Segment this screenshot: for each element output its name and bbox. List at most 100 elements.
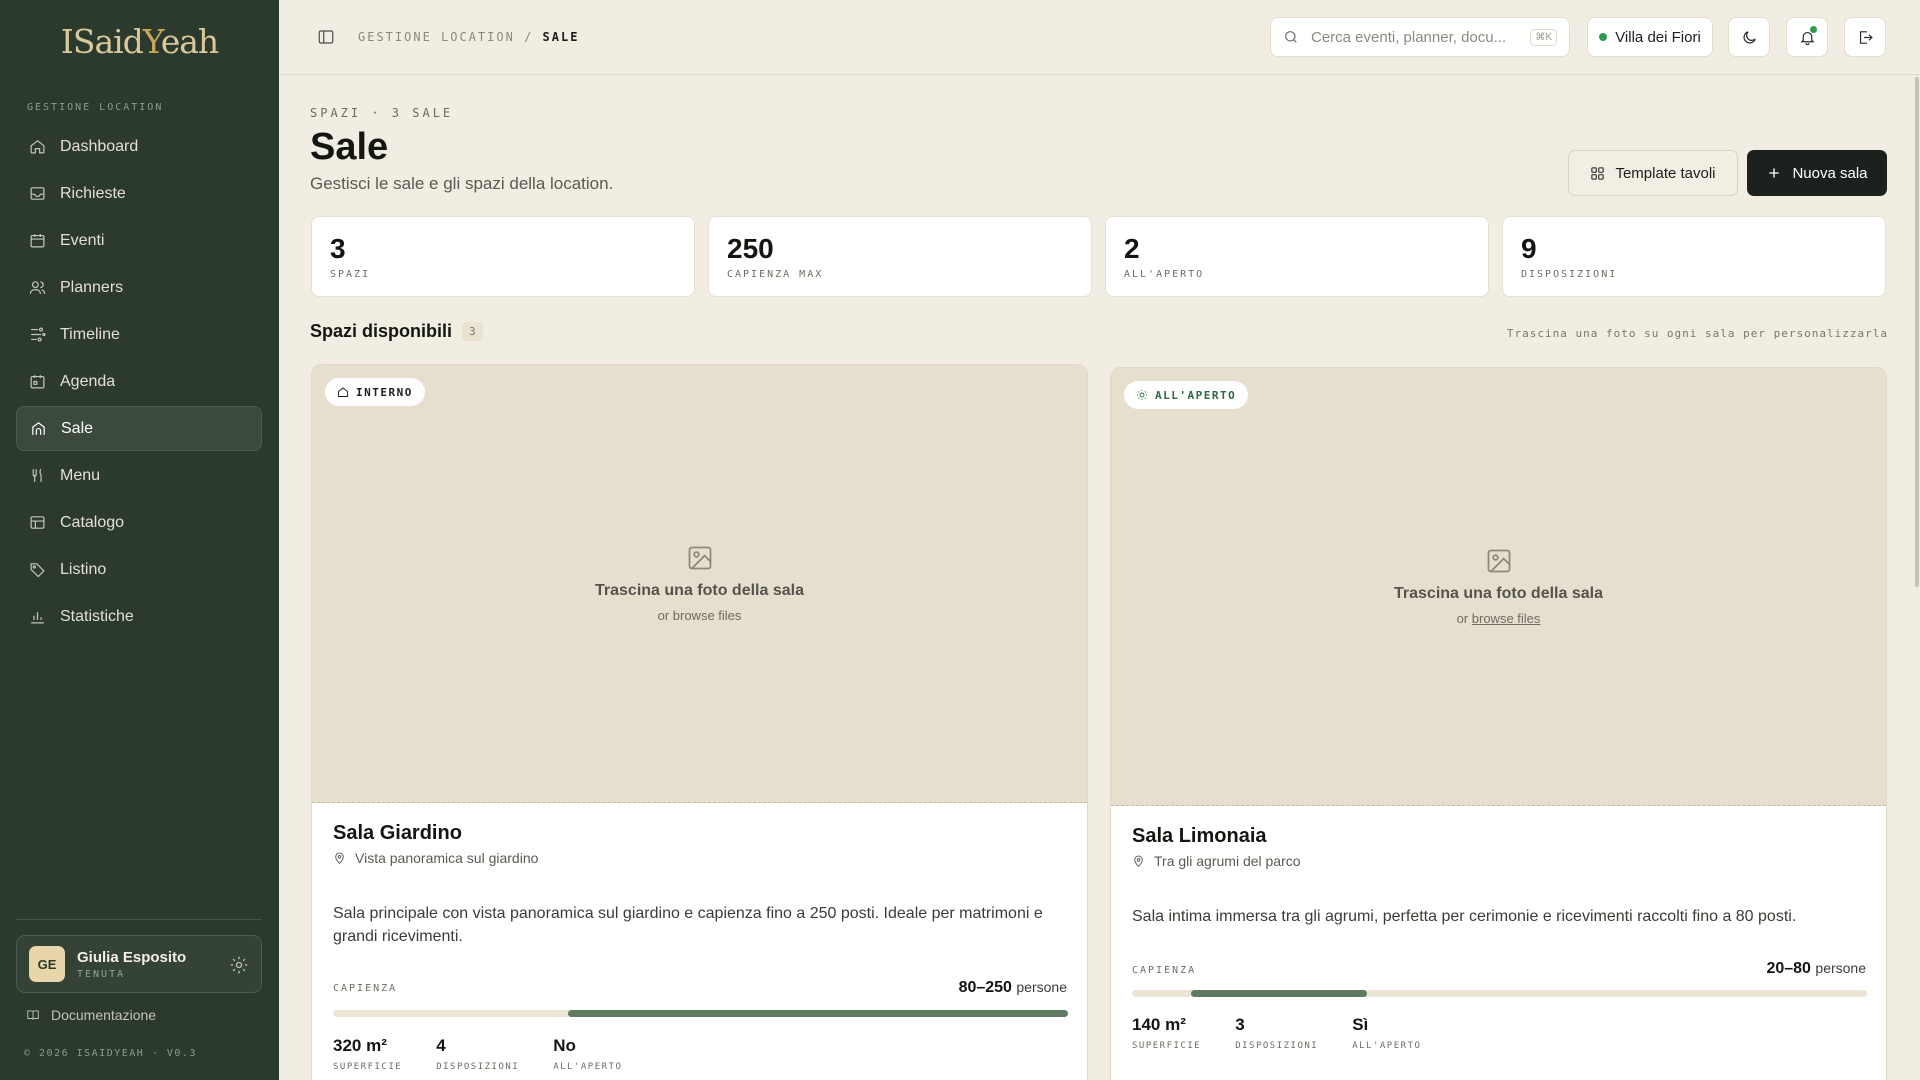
template-tables-button[interactable]: Template tavoli	[1568, 150, 1738, 196]
venue-selector[interactable]: Villa dei Fiori	[1587, 17, 1713, 57]
room-metrics: 140 m² SUPERFICIE 3 DISPOSIZIONI Sì ALL'…	[1132, 1015, 1455, 1051]
photo-dropzone[interactable]: Trascina una foto della sala or browse f…	[312, 365, 1087, 803]
sidebar-item-menu[interactable]: Menu	[16, 453, 262, 498]
timeline-icon	[31, 327, 46, 342]
room-description: Sala principale con vista panoramica sul…	[333, 905, 1043, 945]
room-type-label: ALL'APERTO	[1155, 388, 1237, 402]
capacity-range: 20–80	[1766, 960, 1811, 977]
breadcrumb: GESTIONE LOCATION / SALE	[358, 30, 579, 44]
utensils-icon	[32, 468, 42, 482]
metric-layouts: 4 DISPOSIZIONI	[436, 1036, 519, 1072]
sidebar-item-label: Agenda	[60, 372, 116, 390]
scrollbar[interactable]	[1914, 75, 1920, 1080]
logout-button[interactable]	[1844, 17, 1886, 57]
capacity-bar	[1132, 990, 1867, 997]
search-input[interactable]	[1311, 28, 1511, 46]
sidebar-item-label: Dashboard	[60, 137, 139, 155]
metric-value: Sì	[1352, 1015, 1369, 1034]
copyright: © 2026 ISAIDYEAH · V0.3	[24, 1048, 197, 1059]
theme-toggle-button[interactable]	[1728, 17, 1770, 57]
room-card-giardino[interactable]: Trascina una foto della sala or browse f…	[311, 364, 1088, 1080]
search-shortcut: ⌘K	[1530, 29, 1557, 46]
grid-icon	[1591, 166, 1605, 180]
stat-value: 3	[330, 233, 346, 264]
docs-link[interactable]: Documentazione	[26, 1007, 156, 1023]
logout-icon	[1859, 30, 1873, 44]
sidebar-section-label: GESTIONE LOCATION	[27, 102, 164, 113]
stat-card-layouts: 9 DISPOSIZIONI	[1502, 216, 1886, 297]
sidebar-item-planners[interactable]: Planners	[16, 265, 262, 310]
docs-label: Documentazione	[51, 1007, 157, 1023]
metric-value: 3	[1235, 1015, 1245, 1034]
scrollbar-thumb[interactable]	[1915, 77, 1919, 587]
capacity-value: 20–80 persone	[1766, 960, 1866, 978]
sidebar-item-dashboard[interactable]: Dashboard	[16, 124, 262, 169]
sun-icon	[1137, 390, 1147, 400]
sidebar-item-catalogo[interactable]: Catalogo	[16, 500, 262, 545]
dropzone-title: Trascina una foto della sala	[595, 582, 804, 599]
agenda-icon	[30, 375, 45, 389]
users-icon	[29, 281, 46, 294]
page-title: Sale	[310, 126, 389, 168]
search-icon	[1285, 31, 1297, 43]
sidebar-toggle-icon[interactable]	[317, 28, 335, 46]
photo-dropzone[interactable]: Trascina una foto della sala or browse f…	[1111, 368, 1886, 806]
image-icon	[1487, 549, 1510, 573]
stat-label: ALL'APERTO	[1124, 269, 1205, 280]
room-name: Sala Limonaia	[1132, 825, 1267, 847]
spaces-section-title: Spazi disponibili 3	[310, 321, 483, 342]
user-role: TENUTA	[77, 968, 126, 980]
browse-files-link[interactable]: browse files	[1472, 611, 1541, 626]
room-type-label: INTERNO	[356, 385, 413, 399]
stat-value: 2	[1124, 233, 1140, 264]
room-description: Sala intima immersa tra gli agrumi, perf…	[1132, 908, 1797, 925]
app-logo[interactable]: ISaidYeah	[0, 22, 279, 61]
room-type-badge: ALL'APERTO	[1124, 381, 1249, 409]
new-room-label: Nuova sala	[1792, 164, 1868, 182]
sidebar-item-timeline[interactable]: Timeline	[16, 312, 262, 357]
breadcrumb-separator: /	[524, 30, 534, 44]
gear-icon[interactable]	[229, 955, 249, 975]
venue-icon	[32, 422, 45, 435]
breadcrumb-root[interactable]: GESTIONE LOCATION	[358, 30, 515, 44]
metric-label: DISPOSIZIONI	[1235, 1041, 1319, 1051]
sidebar: ISaidYeah GESTIONE LOCATION Dashboard Ri…	[0, 0, 279, 1080]
new-room-button[interactable]: Nuova sala	[1747, 150, 1887, 196]
sidebar-item-listino[interactable]: Listino	[16, 547, 262, 592]
venue-name: Villa dei Fiori	[1615, 28, 1701, 46]
room-metrics: 320 m² SUPERFICIE 4 DISPOSIZIONI No ALL'…	[333, 1036, 656, 1072]
capacity-bar	[333, 1010, 1068, 1017]
metric-area: 320 m² SUPERFICIE	[333, 1036, 402, 1072]
sidebar-item-sale[interactable]: Sale	[16, 406, 262, 451]
bar-chart-icon	[31, 612, 44, 624]
stat-value: 250	[727, 233, 774, 264]
sidebar-item-agenda[interactable]: Agenda	[16, 359, 262, 404]
capacity-label: CAPIENZA	[333, 983, 398, 994]
capacity-range: 80–250	[958, 979, 1012, 996]
calendar-icon	[30, 234, 45, 248]
user-card[interactable]: GE Giulia Esposito TENUTA	[16, 935, 262, 993]
room-card-limonaia[interactable]: Trascina una foto della sala or browse f…	[1110, 367, 1887, 1080]
sidebar-item-label: Planners	[60, 278, 124, 296]
browse-files-link[interactable]: browse files	[673, 608, 742, 623]
room-location: Vista panoramica sul giardino	[333, 850, 538, 866]
plus-icon	[1769, 168, 1780, 178]
sidebar-divider	[16, 919, 262, 920]
dropzone-subtitle: or browse files	[658, 608, 742, 623]
stat-label: SPAZI	[330, 269, 371, 280]
sidebar-item-statistiche[interactable]: Statistiche	[16, 594, 262, 639]
moon-icon	[1743, 30, 1756, 43]
page-subtitle: Gestisci le sale e gli spazi della locat…	[310, 174, 614, 193]
metric-label: ALL'APERTO	[553, 1062, 623, 1072]
sidebar-item-richieste[interactable]: Richieste	[16, 171, 262, 216]
metric-area: 140 m² SUPERFICIE	[1132, 1015, 1201, 1051]
room-type-badge: INTERNO	[325, 378, 425, 406]
notifications-button[interactable]	[1786, 17, 1828, 57]
metric-value: No	[553, 1036, 576, 1055]
metric-value: 320 m²	[333, 1036, 387, 1055]
map-pin-icon	[1134, 855, 1143, 867]
metric-outdoor: No ALL'APERTO	[553, 1036, 622, 1072]
metric-layouts: 3 DISPOSIZIONI	[1235, 1015, 1318, 1051]
sidebar-item-label: Statistiche	[60, 607, 134, 625]
sidebar-item-eventi[interactable]: Eventi	[16, 218, 262, 263]
